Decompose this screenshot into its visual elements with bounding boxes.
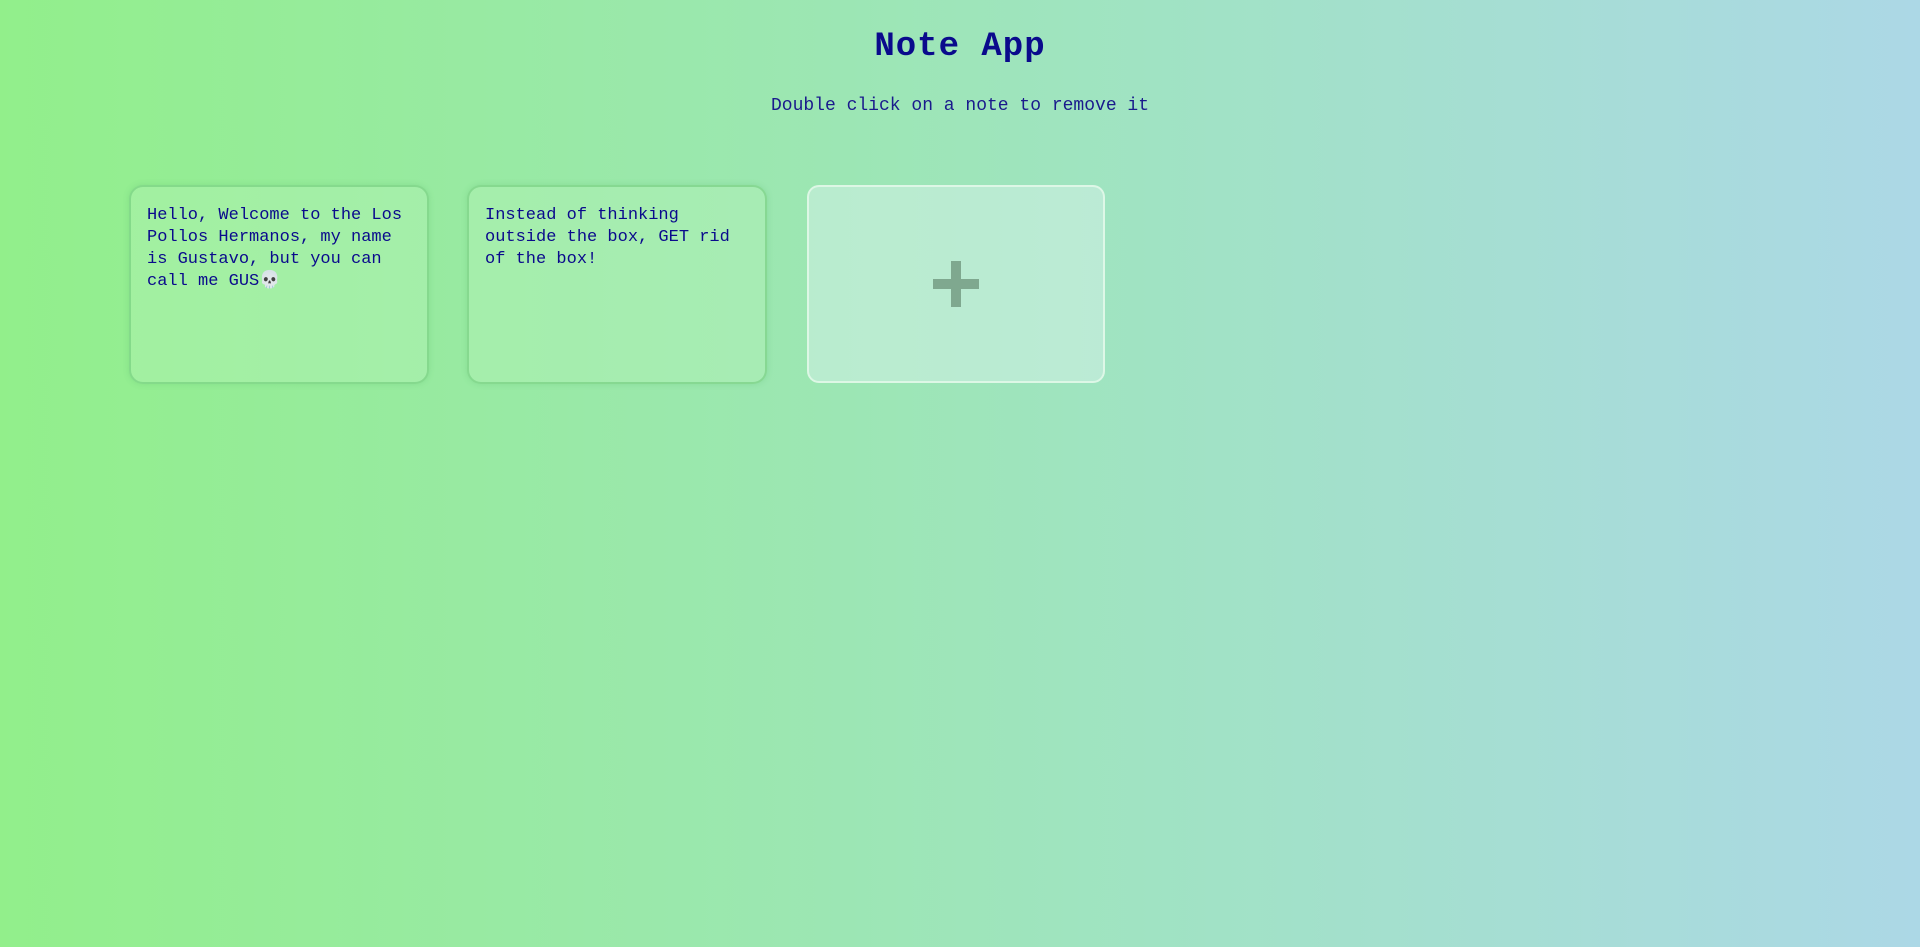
plus-icon	[933, 261, 979, 307]
add-note-button[interactable]	[807, 185, 1105, 383]
note-card[interactable]: Instead of thinking outside the box, GET…	[467, 185, 767, 384]
notes-container: Hello, Welcome to the Los Pollos Hermano…	[129, 185, 1105, 384]
page-title: Note App	[874, 28, 1046, 66]
note-card[interactable]: Hello, Welcome to the Los Pollos Hermano…	[129, 185, 429, 384]
page-subtitle: Double click on a note to remove it	[770, 96, 1150, 116]
